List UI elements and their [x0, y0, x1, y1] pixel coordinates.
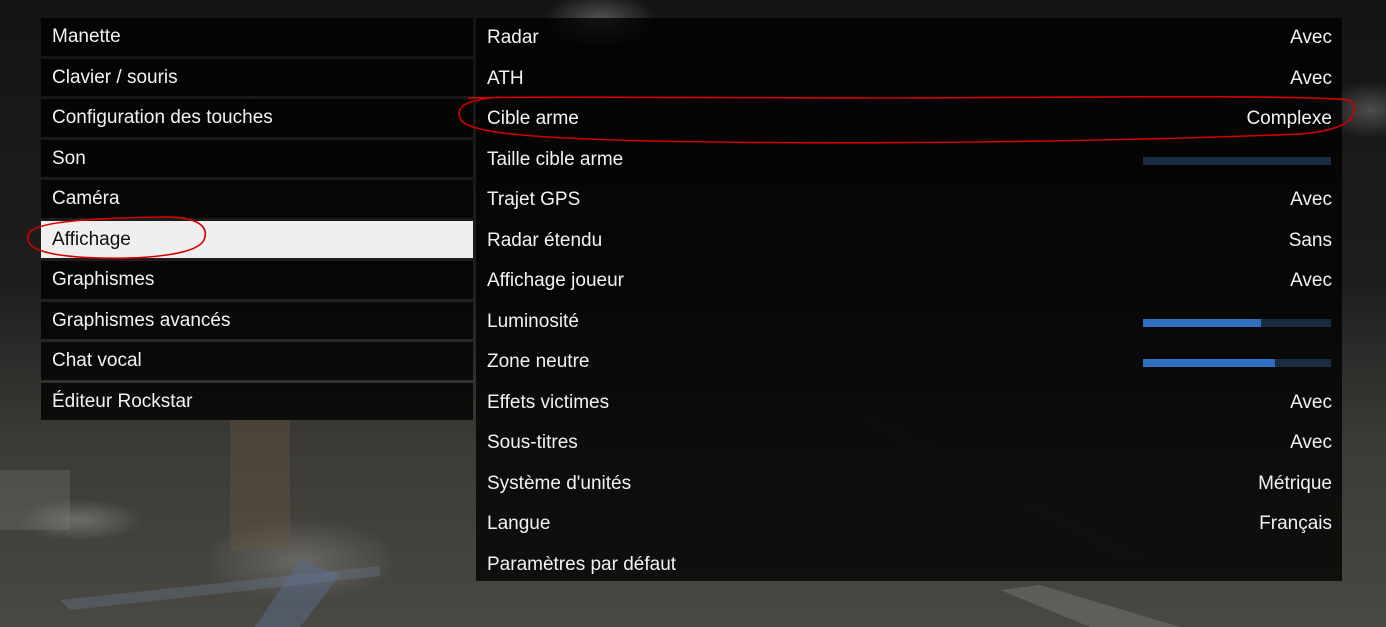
menu-item-graphismes-avances[interactable]: Graphismes avancés [41, 301, 473, 339]
zone-neutre-slider[interactable] [1143, 359, 1331, 367]
slider-fill [1143, 318, 1262, 327]
setting-label: Affichage joueur [487, 270, 624, 291]
setting-value: Français [1259, 513, 1332, 534]
setting-row-radar[interactable]: Radar Avec [476, 18, 1342, 59]
setting-row-systeme-unites[interactable]: Système d'unités Métrique [476, 464, 1342, 505]
menu-item-clavier-souris[interactable]: Clavier / souris [41, 58, 473, 96]
settings-category-menu: Manette Clavier / souris Configuration d… [41, 18, 473, 423]
setting-label: Radar [487, 27, 539, 48]
setting-label: Radar étendu [487, 229, 603, 251]
setting-row-luminosite[interactable]: Luminosité [476, 302, 1342, 343]
menu-item-son[interactable]: Son [41, 139, 473, 177]
setting-label: Paramètres par défaut [487, 553, 677, 575]
setting-label: Sous-titres [487, 432, 578, 453]
setting-value: Métrique [1258, 472, 1332, 494]
setting-row-sous-titres[interactable]: Sous-titres Avec [476, 423, 1342, 464]
setting-row-langue[interactable]: Langue Français [476, 504, 1342, 545]
menu-item-camera[interactable]: Caméra [41, 180, 473, 218]
taille-cible-arme-slider[interactable] [1143, 156, 1331, 165]
setting-row-radar-etendu[interactable]: Radar étendu Sans [476, 221, 1342, 262]
setting-value: Avec [1290, 270, 1332, 291]
setting-label: Cible arme [487, 108, 579, 129]
setting-label: Zone neutre [487, 351, 590, 372]
setting-row-affichage-joueur[interactable]: Affichage joueur Avec [476, 261, 1342, 302]
luminosite-slider[interactable] [1143, 318, 1331, 327]
setting-row-ath[interactable]: ATH Avec [476, 59, 1342, 100]
setting-row-taille-cible-arme[interactable]: Taille cible arme [476, 140, 1342, 181]
slider-fill [1143, 359, 1275, 367]
setting-row-trajet-gps[interactable]: Trajet GPS Avec [476, 180, 1342, 221]
display-settings-panel: Radar Avec ATH Avec Cible arme Complexe … [476, 18, 1342, 581]
setting-value: Sans [1288, 229, 1332, 251]
setting-label: Système d'unités [487, 472, 632, 494]
menu-item-graphismes[interactable]: Graphismes [41, 261, 473, 299]
menu-item-manette[interactable]: Manette [41, 18, 473, 56]
setting-value: Avec [1290, 432, 1332, 453]
setting-row-parametres-defaut[interactable]: Paramètres par défaut [476, 545, 1342, 586]
setting-value: Avec [1290, 27, 1332, 48]
setting-label: Luminosité [487, 310, 579, 332]
menu-item-configuration-touches[interactable]: Configuration des touches [41, 99, 473, 137]
menu-item-editeur-rockstar[interactable]: Éditeur Rockstar [41, 382, 473, 420]
setting-label: ATH [487, 67, 524, 89]
setting-label: Effets victimes [487, 391, 610, 413]
setting-value: Avec [1290, 391, 1332, 413]
setting-row-zone-neutre[interactable]: Zone neutre [476, 342, 1342, 383]
setting-row-effets-victimes[interactable]: Effets victimes Avec [476, 383, 1342, 424]
setting-row-cible-arme[interactable]: Cible arme Complexe [476, 99, 1342, 140]
setting-value: Complexe [1246, 108, 1332, 129]
setting-label: Taille cible arme [487, 148, 624, 170]
setting-label: Trajet GPS [487, 189, 581, 210]
setting-label: Langue [487, 513, 551, 534]
setting-value: Avec [1290, 189, 1332, 210]
menu-item-affichage[interactable]: Affichage [41, 220, 473, 258]
menu-item-chat-vocal[interactable]: Chat vocal [41, 342, 473, 380]
setting-value: Avec [1290, 67, 1332, 89]
